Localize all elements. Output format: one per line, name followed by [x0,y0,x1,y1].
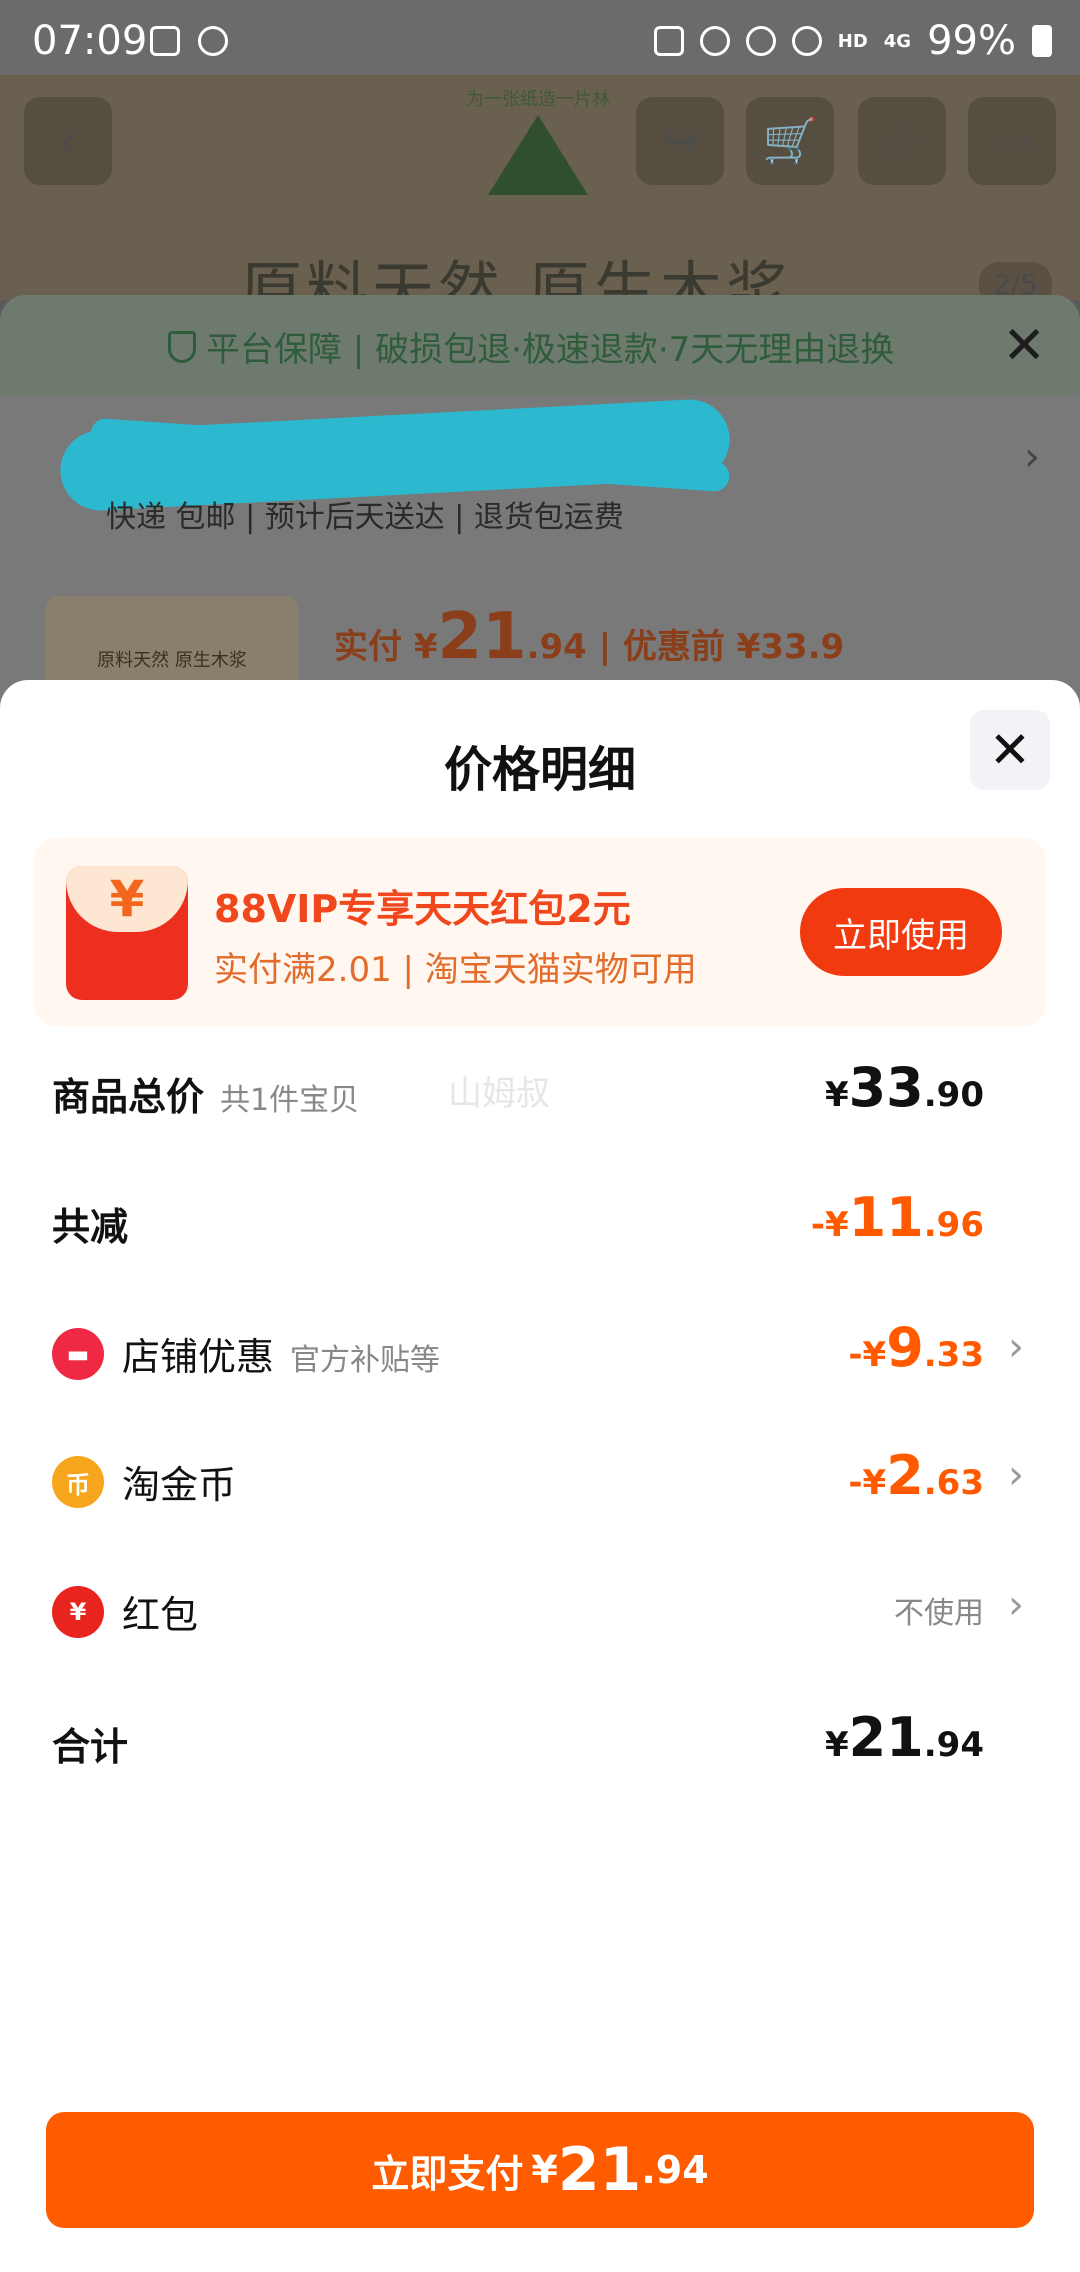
status-time: 07:09 [32,18,148,64]
thumbnail-caption: 原料天然 原生木浆 [97,650,247,671]
share-button[interactable]: ↪ [636,97,724,185]
chevron-right-icon: › [1008,1452,1024,1498]
close-button[interactable]: ✕ [970,710,1050,790]
back-button[interactable]: ‹ [24,97,112,185]
mute-icon [745,26,776,56]
promo-title: 88VIP专享天天红包2元 [214,887,631,931]
row-taojinbi[interactable]: 币 淘金币 -¥2.63 › [0,1434,1080,1524]
cart-button[interactable]: 🛒 [746,97,834,185]
total-value: ¥33.90 [824,1056,984,1119]
star-icon: ☆ [882,115,922,167]
sum-label: 合计 [52,1725,129,1769]
chevron-right-icon: › [1008,1324,1024,1370]
coin-icon: 币 [52,1456,104,1508]
pay-label: 立即支付 [371,2151,524,2196]
red-packet-label: 红包 [122,1593,199,1637]
shield-icon [168,330,196,363]
backdrop-price: 实付 ¥21.94 | 优惠前 ¥33.9 [334,600,845,674]
delivery-info: 快递 包邮 | 预计后天送达 | 退货包运费 [106,500,624,535]
pay-now-button[interactable]: 立即支付 ¥21.94 [46,2112,1034,2228]
share-icon: ↪ [661,115,699,167]
total-label: 商品总价 [52,1075,205,1119]
network-label: 4G [883,30,912,52]
hd-label: HD [837,30,868,52]
more-icon: ⋯ [990,115,1034,167]
chevron-left-icon: ‹ [59,115,77,167]
alarm-icon [699,26,730,56]
tree-icon [488,115,588,195]
shop-value: -¥9.33 [848,1316,984,1379]
guarantee-label: 平台保障 | 破损包退·极速退款·7天无理由退换 [206,330,895,370]
sum-value: ¥21.94 [824,1706,984,1769]
row-total: 商品总价 共1件宝贝 ¥33.90 [0,1046,1080,1136]
guarantee-text: 平台保障 | 破损包退·极速退款·7天无理由退换 [168,322,894,371]
total-note: 共1件宝贝 [220,1083,360,1118]
red-packet-value: 不使用 [894,1596,984,1631]
reduction-value: -¥11.96 [810,1186,984,1249]
shop-note: 官方补贴等 [290,1343,441,1378]
reduction-label: 共减 [52,1205,129,1249]
brand-ring-text: 为一张纸造一片林 [466,89,610,110]
red-envelope-icon: ¥ [66,866,188,1000]
more-button[interactable]: ⋯ [968,97,1056,185]
shop-label: 店铺优惠 [122,1335,275,1379]
promo-subtitle: 实付满2.01 | 淘宝天猫实物可用 [214,950,697,990]
close-icon: ✕ [989,721,1031,779]
use-now-button[interactable]: 立即使用 [800,888,1002,976]
brand-logo: 为一张纸造一片林 [448,75,628,205]
wifi-icon [791,26,822,56]
row-reduction: 共减 -¥11.96 [0,1176,1080,1266]
row-red-packet[interactable]: ¥ 红包 不使用 › [0,1564,1080,1654]
coins-value: -¥2.63 [848,1444,984,1507]
row-shop-discount[interactable]: ▬ 店铺优惠 官方补贴等 -¥9.33 › [0,1306,1080,1396]
gallery-icon [150,26,180,56]
battery-icon [1032,25,1052,57]
red-packet-icon: ¥ [52,1586,104,1638]
shop-icon: ▬ [52,1328,104,1380]
battery-saver-icon [653,26,684,56]
chevron-right-icon: › [1008,1582,1024,1628]
favorite-button[interactable]: ☆ [858,97,946,185]
sheet-title: 价格明细 [443,742,636,798]
battery-percent: 99% [927,18,1016,64]
cart-icon: 🛒 [762,116,818,167]
chevron-right-icon[interactable]: › [1024,434,1040,480]
status-bar: 07:09 HD 4G 99% [0,0,1080,75]
coins-label: 淘金币 [122,1463,237,1507]
row-sum: 合计 ¥21.94 [0,1696,1080,1786]
alarm-icon [198,26,228,56]
close-icon[interactable]: ✕ [1002,316,1046,376]
